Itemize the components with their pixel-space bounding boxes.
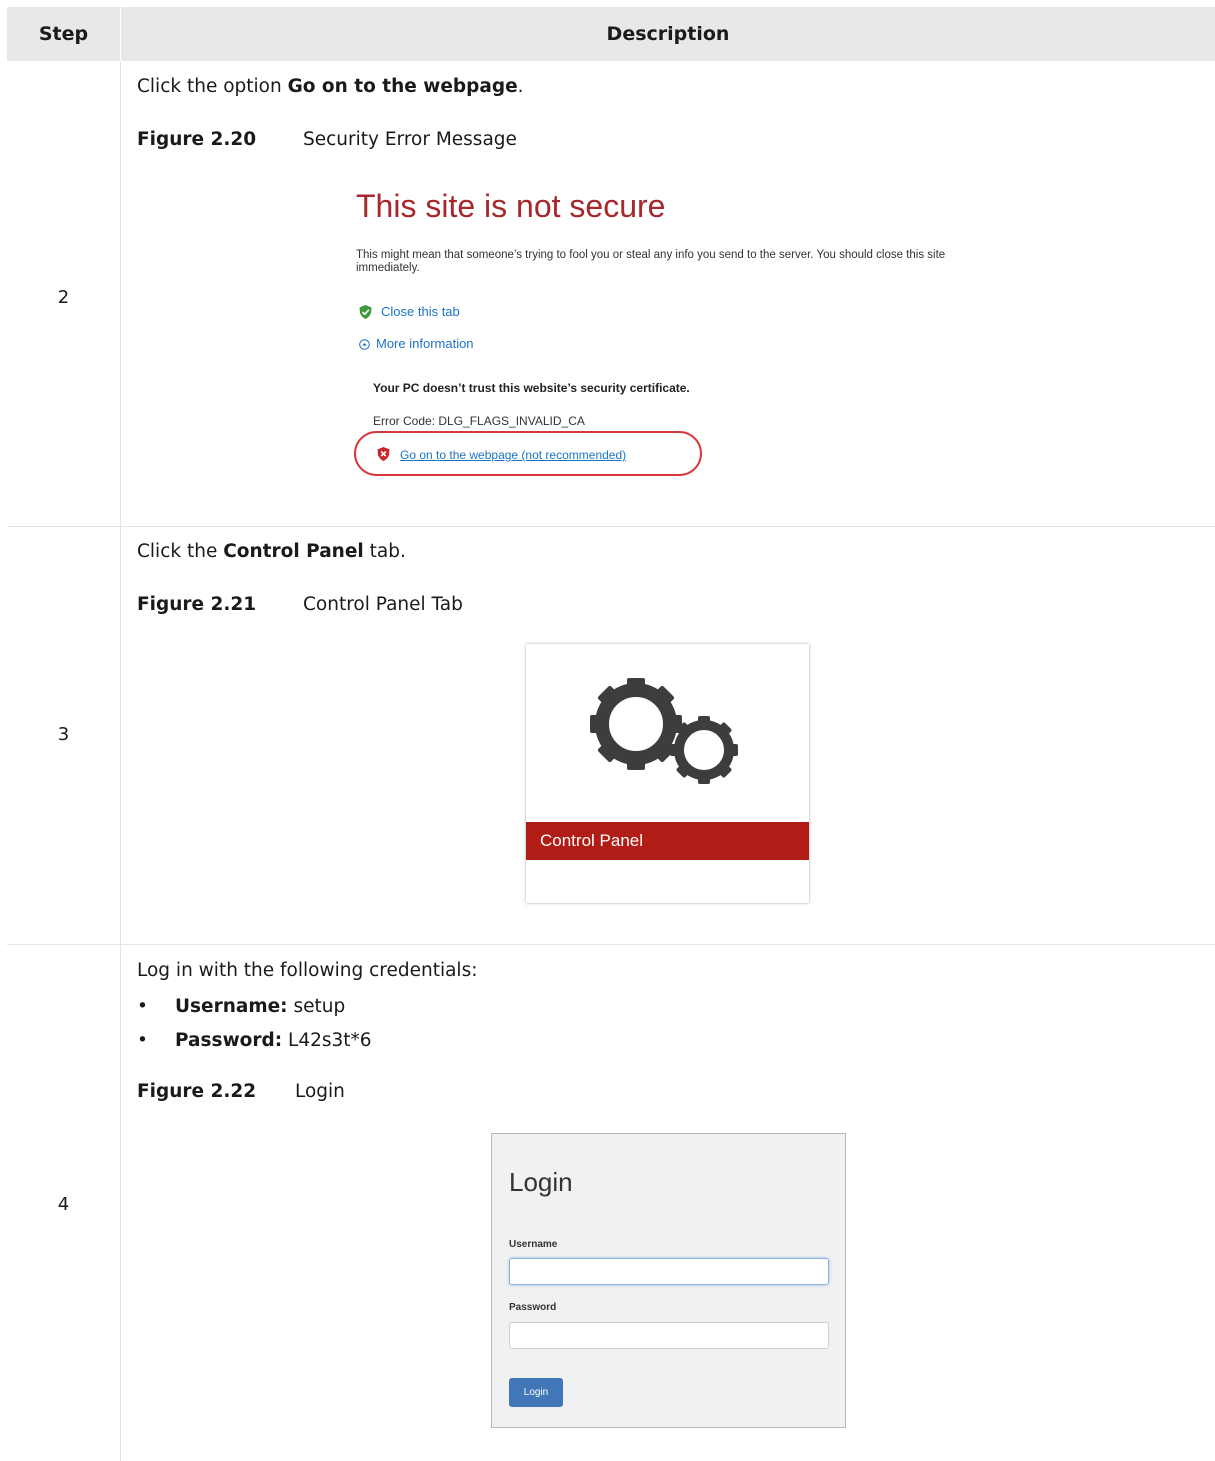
step-3-instruction: Click the Control Panel tab. [137,541,406,562]
row-divider [7,526,1215,527]
figure-number: Figure 2.22 [137,1081,257,1102]
security-title: This site is not secure [356,188,666,224]
username-label: Username [509,1239,558,1250]
expand-circle-icon [359,339,370,350]
instruction-bold: Control Panel [223,541,364,562]
password-input[interactable] [509,1322,829,1349]
bullet-value: L42s3t*6 [282,1030,372,1051]
trust-message: Your PC doesn’t trust this website’s sec… [373,381,690,395]
header-step: Step [7,7,121,61]
row-divider [7,944,1215,945]
gears-icon [590,678,738,784]
header-description: Description [606,23,730,45]
security-error-figure: This site is not secure This might mean … [354,188,996,488]
step-number-2: 2 [57,287,70,308]
control-panel-label: Control Panel [526,822,809,860]
step-number-3: 3 [57,724,70,745]
instruction-bold: Go on to the webpage [287,76,518,97]
instruction-text: Click the option [137,76,288,97]
more-information-link[interactable]: More information [376,336,474,351]
control-panel-tile[interactable]: Control Panel [526,644,809,903]
bullet-value: setup [287,996,346,1017]
instruction-text: Click the [137,541,224,562]
figure-title: Login [295,1081,345,1102]
login-button[interactable]: Login [509,1378,563,1407]
step-4-instruction: Log in with the following credentials: [137,960,478,981]
highlight-circle [354,431,702,476]
instruction-text: . [517,76,524,97]
bullet-label: Username: [175,996,288,1017]
step-number-4: 4 [57,1194,70,1215]
error-code: Error Code: DLG_FLAGS_INVALID_CA [373,414,585,428]
bullet-label: Password: [175,1030,283,1051]
username-input[interactable] [509,1258,829,1285]
security-body: This might mean that someone’s trying to… [356,249,946,274]
figure-number: Figure 2.20 [137,129,257,150]
shield-check-icon [359,305,372,319]
figure-number: Figure 2.21 [137,594,257,615]
login-title: Login [509,1167,573,1197]
list-item-password: • Password: L42s3t*6 [137,1030,372,1051]
instruction-text: tab. [363,541,406,562]
figure-caption: Figure 2.22 Login [137,1081,345,1102]
login-form: Login Username Password Login [491,1133,846,1428]
table-header: Step Description [7,7,1215,61]
list-item-username: • Username: setup [137,996,346,1017]
figure-caption: Figure 2.20 Security Error Message [137,129,517,150]
password-label: Password [509,1302,557,1313]
step-2-instruction: Click the option Go on to the webpage. [137,76,524,97]
column-divider [120,61,121,1461]
figure-title: Control Panel Tab [303,594,463,615]
figure-title: Security Error Message [303,129,517,150]
figure-caption: Figure 2.21 Control Panel Tab [137,594,463,615]
close-tab-link[interactable]: Close this tab [381,304,460,319]
